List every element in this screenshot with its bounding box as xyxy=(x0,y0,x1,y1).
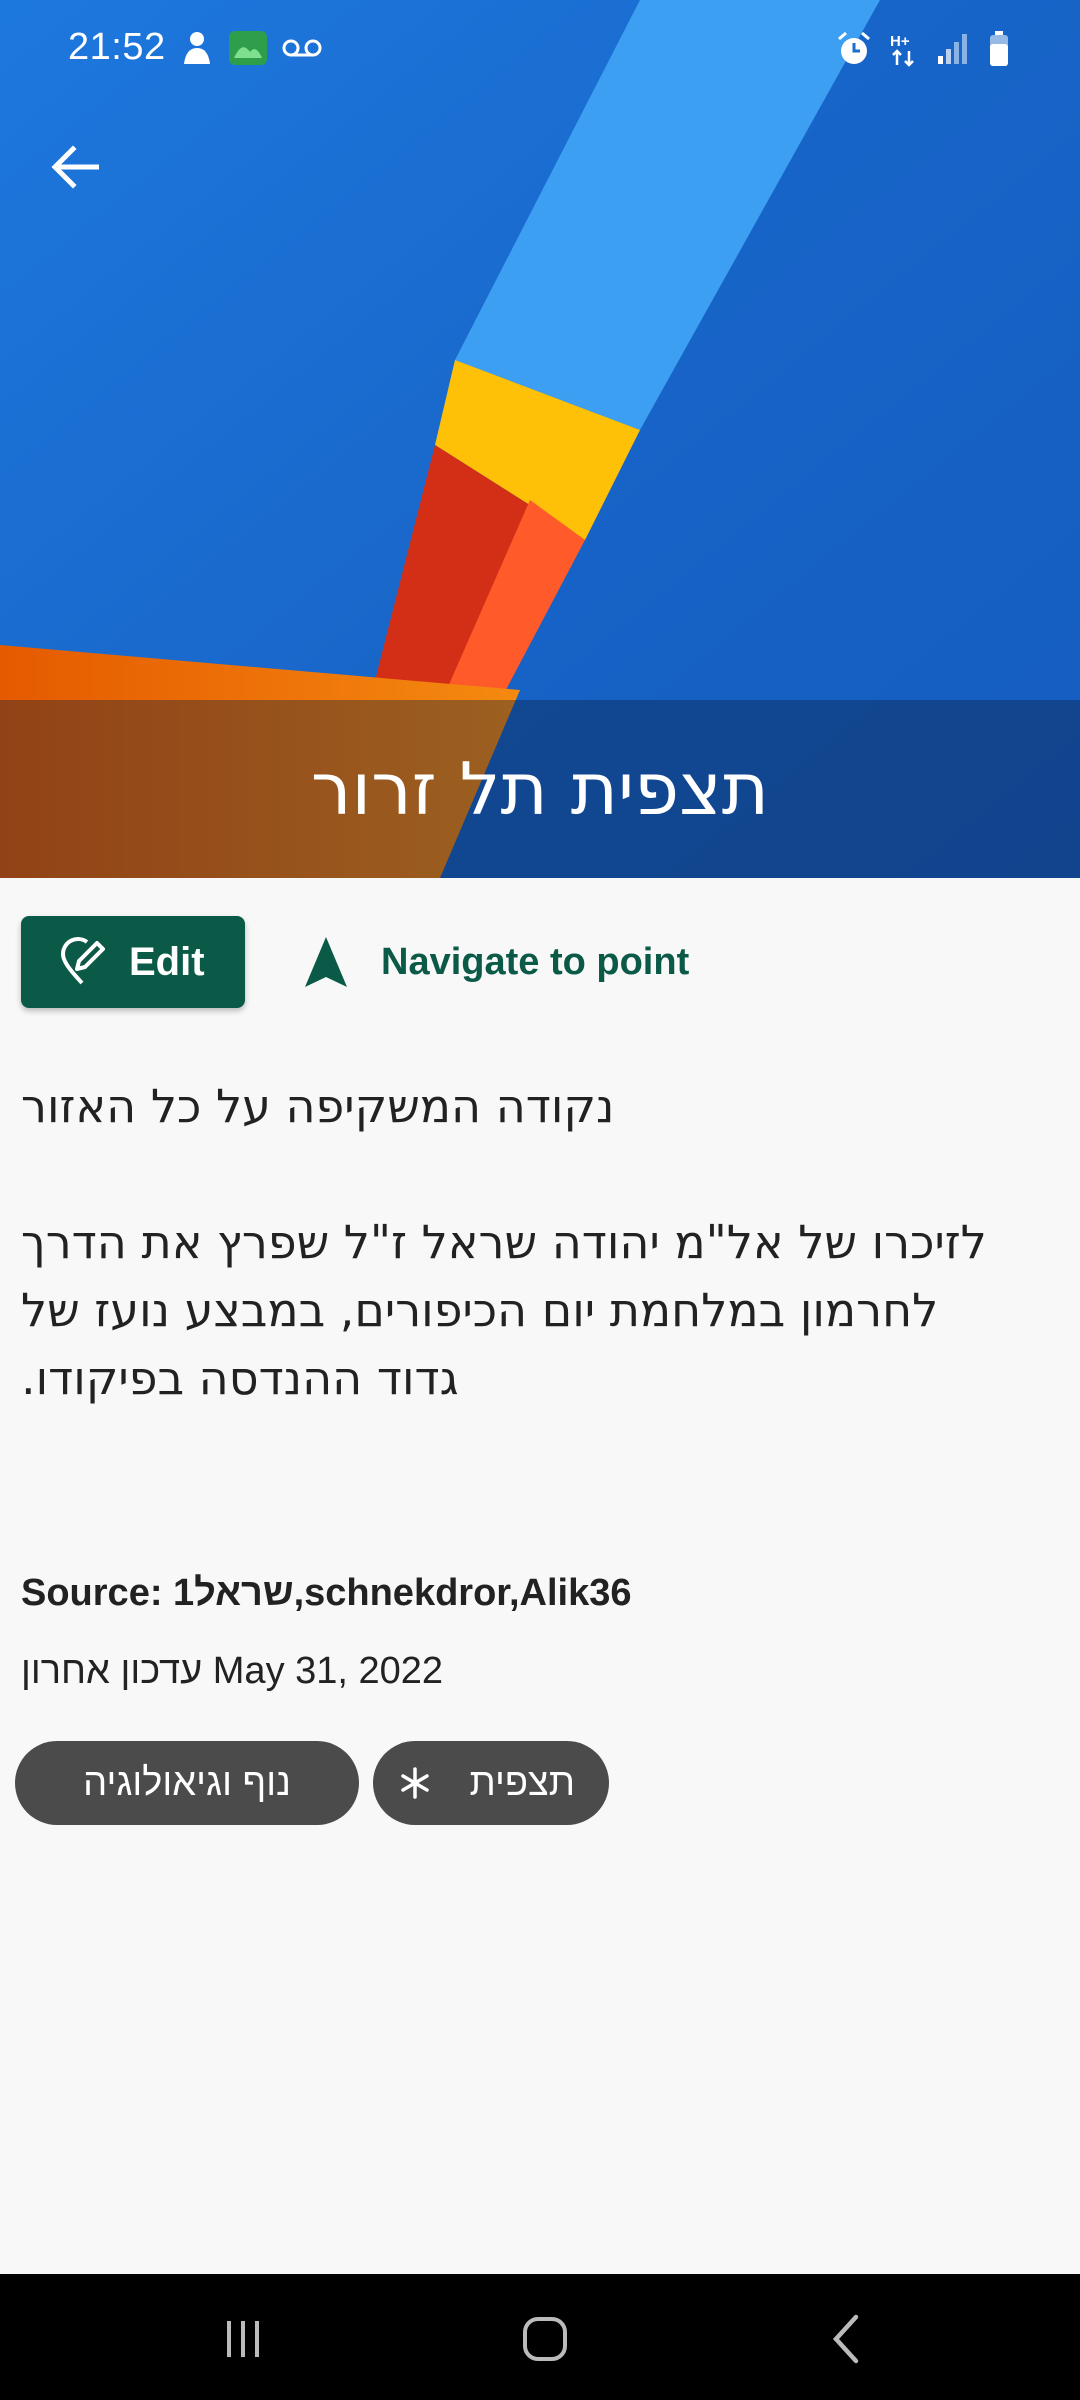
place-description: נקודה המשקיפה על כל האזור לזיכרו של אל"מ… xyxy=(21,1079,987,1405)
back-nav-icon[interactable] xyxy=(818,2309,878,2369)
battery-icon xyxy=(990,31,1008,66)
category-chip-observation[interactable]: תצפית xyxy=(373,1741,609,1825)
status-time: 21:52 xyxy=(68,26,166,68)
edit-button[interactable]: Edit xyxy=(21,916,245,1008)
gallery-notification-icon xyxy=(229,31,267,65)
navigate-label: Navigate to point xyxy=(381,940,690,983)
navigate-button[interactable]: Navigate to point xyxy=(301,916,689,1008)
chip-label: תצפית xyxy=(469,1761,575,1804)
hplus-data-icon: H+ xyxy=(890,33,914,67)
navigation-arrow-icon xyxy=(305,937,347,987)
voicemail-icon xyxy=(282,39,322,57)
recent-apps-icon[interactable] xyxy=(213,2309,273,2369)
last-updated: עדכון אחרון May 31, 2022 xyxy=(21,1650,444,1692)
home-icon[interactable] xyxy=(515,2309,575,2369)
category-chip-landscape[interactable]: נוף וגיאולוגיה xyxy=(15,1741,359,1825)
edit-label: Edit xyxy=(129,939,205,984)
arrow-back-icon xyxy=(51,145,99,189)
alarm-icon xyxy=(838,31,870,64)
status-bar: 21:52 H+ xyxy=(0,0,1080,90)
svg-text:H+: H+ xyxy=(890,33,910,50)
page-title: תצפית תל זרור xyxy=(310,747,770,831)
source-text: Source: 1שראל,schnekdror,Alik36 xyxy=(21,1572,632,1614)
chip-label: נוף וגיאולוגיה xyxy=(83,1761,291,1804)
system-nav-bar xyxy=(0,2274,1080,2400)
person-notification-icon xyxy=(184,32,210,64)
back-button[interactable] xyxy=(42,134,108,200)
signal-icon xyxy=(938,34,967,64)
edit-location-icon xyxy=(60,937,105,985)
header-image: 21:52 H+ תצפית תל זרור xyxy=(0,0,1080,878)
action-row: Edit Navigate to point xyxy=(21,916,1061,1008)
title-band: תצפית תל זרור xyxy=(0,700,1080,878)
asterisk-icon xyxy=(401,1767,429,1799)
